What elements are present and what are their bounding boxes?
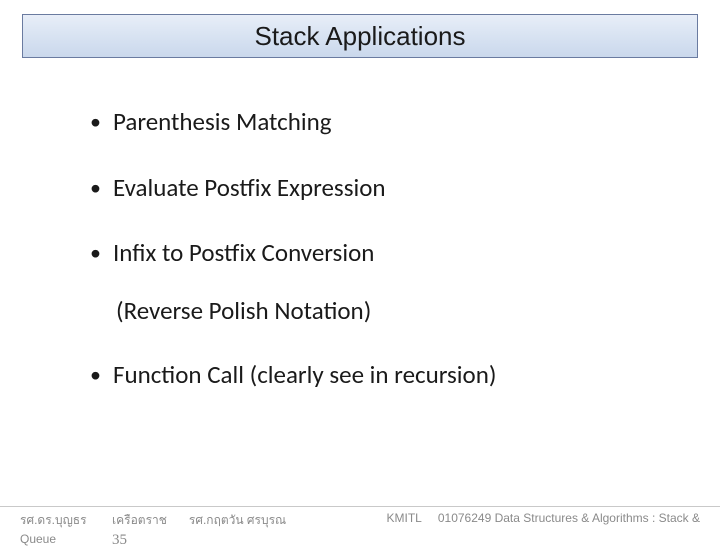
bullet-text: Function Call (clearly see in recursion)	[113, 361, 496, 389]
title-bar: Stack Applications	[22, 14, 698, 58]
footer-author1a: รศ.ดร.บุญธร	[20, 511, 90, 530]
footer-author2: เครือตราช	[112, 511, 167, 530]
bullet-text: Infix to Postfix Conversion	[113, 239, 374, 267]
slide-title: Stack Applications	[254, 21, 465, 52]
bullet-item: • Evaluate Postfix Expression	[90, 174, 720, 203]
footer-author3: รศ.กฤตวัน ศรบุรณ	[189, 511, 286, 530]
bullet-item: • Parenthesis Matching	[90, 108, 720, 137]
footer-right: KMITL 01076249 Data Structures & Algorit…	[387, 511, 700, 525]
content-area: • Parenthesis Matching • Evaluate Postfi…	[0, 58, 720, 390]
footer: รศ.ดร.บุญธร Queue เครือตราช 35 รศ.กฤตวัน…	[0, 506, 720, 546]
footer-author-block: รศ.ดร.บุญธร Queue	[20, 511, 90, 546]
footer-institution: KMITL	[387, 511, 422, 525]
bullet-icon: •	[90, 239, 101, 268]
bullet-item: • Function Call (clearly see in recursio…	[90, 361, 720, 390]
bullet-text: Evaluate Postfix Expression	[113, 174, 386, 202]
footer-page-number: 35	[112, 532, 167, 549]
footer-author-block: เครือตราช 35	[112, 511, 167, 549]
bullet-subtext: (Reverse Polish Notation)	[90, 297, 720, 325]
bullet-icon: •	[90, 361, 101, 390]
bullet-text: Parenthesis Matching	[113, 108, 332, 136]
bullet-item: • Infix to Postfix Conversion	[90, 239, 720, 268]
bullet-icon: •	[90, 174, 101, 203]
footer-author1b: Queue	[20, 532, 90, 546]
bullet-icon: •	[90, 108, 101, 137]
footer-course: 01076249 Data Structures & Algorithms : …	[438, 511, 700, 525]
